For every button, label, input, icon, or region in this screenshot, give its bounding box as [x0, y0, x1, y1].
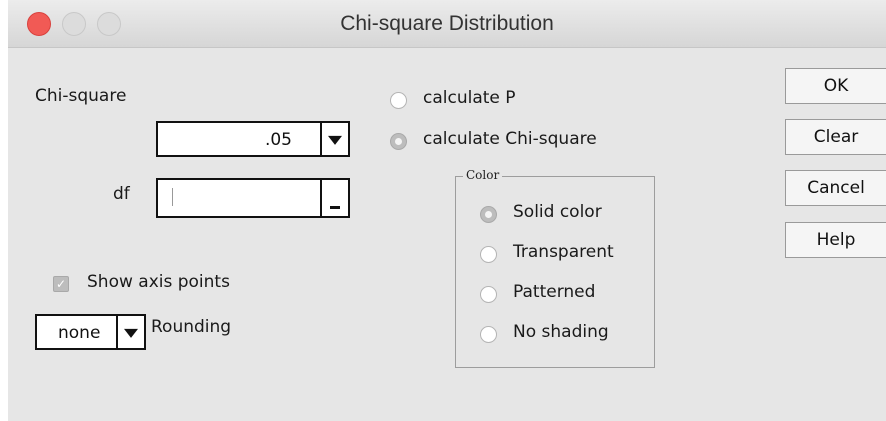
rounding-dropdown-button[interactable] [116, 316, 144, 348]
clear-button[interactable]: Clear [785, 119, 886, 155]
calculate-p-radio[interactable] [390, 92, 407, 109]
no-shading-label: No shading [513, 322, 609, 342]
color-group: Color Solid color Transparent Patterned … [455, 168, 655, 368]
window-title: Chi-square Distribution [340, 12, 554, 35]
patterned-radio[interactable] [480, 286, 497, 303]
chi-square-combo[interactable]: .05 [156, 121, 350, 157]
chevron-down-icon [328, 135, 342, 145]
show-axis-points-label: Show axis points [87, 272, 230, 292]
rounding-value: none [58, 323, 101, 343]
rounding-combo[interactable]: none [35, 314, 146, 350]
ok-button[interactable]: OK [785, 68, 886, 104]
solid-color-radio[interactable] [480, 206, 497, 223]
help-button[interactable]: Help [785, 222, 886, 258]
patterned-label: Patterned [513, 282, 596, 302]
text-caret [172, 188, 173, 206]
solid-color-label: Solid color [513, 202, 602, 222]
transparent-label: Transparent [513, 242, 614, 262]
title-bar: Chi-square Distribution [8, 0, 886, 48]
df-label: df [113, 184, 130, 204]
no-shading-radio[interactable] [480, 326, 497, 343]
calculate-chi-square-label: calculate Chi-square [423, 129, 597, 149]
chi-square-dialog: Chi-square Distribution Chi-square .05 d… [8, 0, 886, 421]
chi-square-label: Chi-square [35, 86, 127, 106]
color-group-title: Color [463, 168, 503, 182]
df-combo[interactable] [156, 178, 350, 218]
rounding-label: Rounding [151, 317, 232, 337]
df-menu-button[interactable] [320, 180, 348, 216]
calculate-chi-square-radio[interactable] [390, 133, 407, 150]
underscore-icon [330, 206, 340, 209]
cancel-button[interactable]: Cancel [785, 170, 886, 206]
show-axis-points-checkbox[interactable]: ✓ [53, 276, 69, 292]
chi-square-value: .05 [264, 130, 292, 150]
chevron-down-icon [124, 328, 138, 338]
chi-square-dropdown-button[interactable] [320, 123, 348, 155]
calculate-p-label: calculate P [423, 88, 516, 108]
transparent-radio[interactable] [480, 246, 497, 263]
